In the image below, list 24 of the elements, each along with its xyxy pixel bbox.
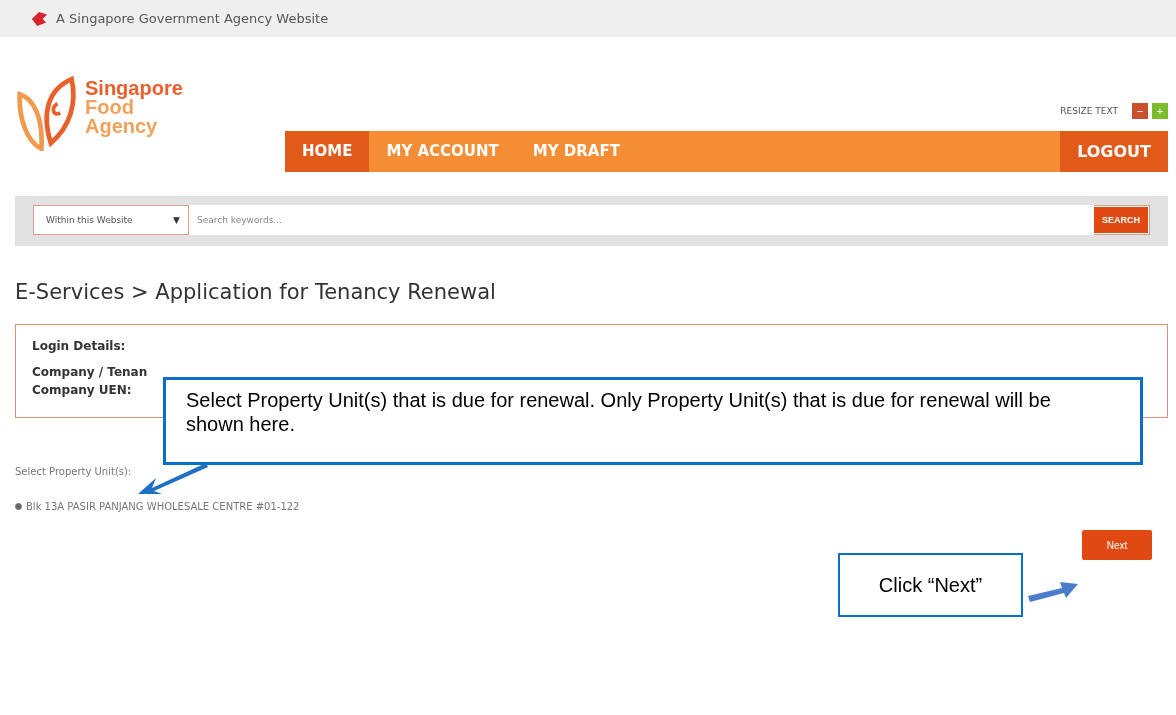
- pointer-arrow-icon: [138, 460, 208, 496]
- search-button[interactable]: SEARCH: [1094, 207, 1148, 233]
- login-details-title: Login Details:: [32, 339, 127, 353]
- logo-text: Food: [85, 98, 134, 117]
- logo-text: Singapore: [85, 79, 183, 98]
- callout-box: Click “Next”: [838, 553, 1023, 617]
- next-button[interactable]: Next: [1082, 530, 1152, 560]
- lion-head-icon: [30, 10, 48, 27]
- resize-text-label: RESIZE TEXT: [1060, 105, 1118, 116]
- nav-tab[interactable]: MY ACCOUNT: [369, 130, 516, 172]
- nav-tab[interactable]: HOME: [285, 130, 370, 172]
- gov-banner-text: A Singapore Government Agency Website: [56, 11, 329, 26]
- login-field-label: Company UEN:: [32, 383, 133, 397]
- callout-box: Select Property Unit(s) that is due for renewal. Only Property Unit(s) that is due for renewal will be shown here.: [163, 377, 1143, 465]
- property-radio-option[interactable]: Blk 13A PASIR PANJANG WHOLESALE CENTRE #01-122: [15, 501, 300, 512]
- increase-text-button[interactable]: +: [1152, 102, 1168, 119]
- decrease-text-button[interactable]: −: [1132, 102, 1148, 119]
- login-field-label: Company / Tenan: [32, 365, 149, 379]
- nav-tab[interactable]: MY DRAFT: [515, 130, 637, 172]
- logout-button[interactable]: LOGOUT: [1060, 130, 1168, 172]
- search-field[interactable]: Within this Website ▼ Search keywords... SEARCH: [33, 205, 1150, 235]
- select-property-label: Select Property Unit(s):: [15, 466, 132, 477]
- page-heading: E-Services > Application for Tenancy Renewal: [15, 280, 497, 306]
- logo-text: Agency: [85, 117, 159, 136]
